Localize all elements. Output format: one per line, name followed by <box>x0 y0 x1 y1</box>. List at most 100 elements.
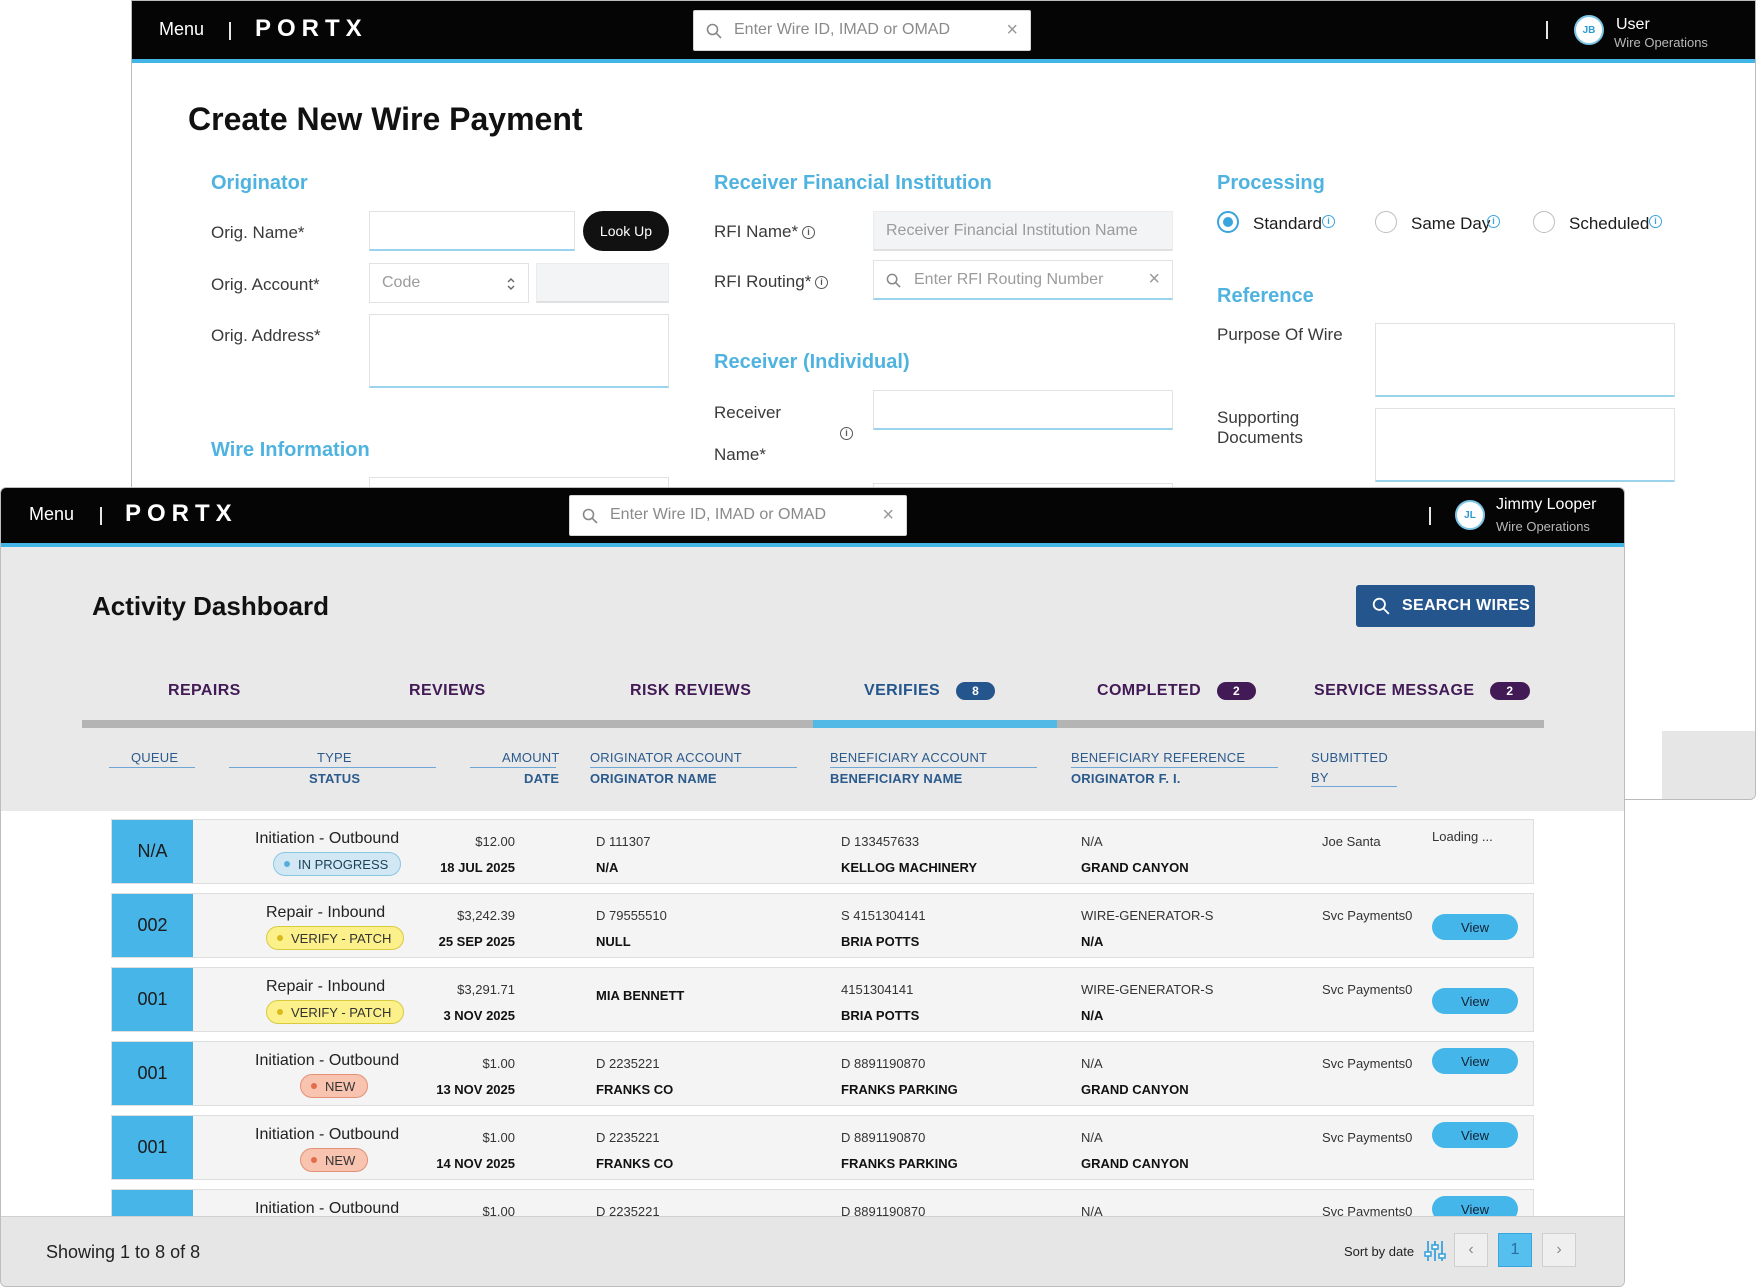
table-row[interactable]: 002 Repair - Inbound VERIFY - PATCH $3,2… <box>111 893 1534 958</box>
benef-name-cell: FRANKS PARKING <box>841 1156 958 1171</box>
submitted-by-cell: Svc Payments0 <box>1322 1056 1413 1071</box>
info-icon[interactable]: i <box>1487 215 1500 228</box>
tab-service-message[interactable]: SERVICE MESSAGE 2 <box>1314 682 1530 700</box>
date-cell: 3 NOV 2025 <box>443 1008 515 1023</box>
menu-button[interactable]: Menu <box>29 504 74 525</box>
col-divider <box>229 767 436 768</box>
account-code-select[interactable]: Code <box>369 263 529 303</box>
top-nav-bar: Menu PORTX Enter Wire ID, IMAD or OMAD ×… <box>1 488 1624 543</box>
benef-ref-cell: N/A <box>1081 834 1103 849</box>
processing-heading: Processing <box>1217 172 1325 194</box>
table-row[interactable]: Initiation - Outbound $1.00 D 2235221 D … <box>111 1189 1534 1217</box>
info-icon[interactable]: i <box>1649 215 1662 228</box>
submitted-by-cell: Svc Payments0 <box>1322 1130 1413 1145</box>
date-cell: 13 NOV 2025 <box>436 1082 515 1097</box>
sort-label[interactable]: Sort by date <box>1344 1244 1414 1259</box>
nav-divider <box>229 22 231 40</box>
receiver-heading: Receiver (Individual) <box>714 351 910 373</box>
radio-scheduled[interactable] <box>1533 211 1555 233</box>
col-orig-name[interactable]: ORIGINATOR NAME <box>590 771 717 786</box>
info-icon[interactable]: i <box>802 226 815 239</box>
tab-label: SERVICE MESSAGE <box>1314 682 1475 699</box>
user-name[interactable]: Jimmy Looper <box>1496 496 1596 514</box>
prev-page-button[interactable]: ‹ <box>1454 1233 1488 1267</box>
queue-cell: 001 <box>112 1042 193 1105</box>
view-button[interactable]: View <box>1432 988 1518 1014</box>
table-row[interactable]: 001 Initiation - Outbound NEW $1.00 13 N… <box>111 1041 1534 1106</box>
orig-fi-cell: N/A <box>1081 934 1104 949</box>
col-orig-fi[interactable]: ORIGINATOR F. I. <box>1071 771 1181 786</box>
orig-name-cell: FRANKS CO <box>596 1082 674 1097</box>
radio-standard[interactable] <box>1217 211 1239 233</box>
table-row[interactable]: N/A Initiation - Outbound IN PROGRESS $1… <box>111 819 1534 884</box>
status-badge: NEW <box>300 1074 369 1098</box>
user-name[interactable]: User <box>1616 16 1650 34</box>
tab-repairs[interactable]: REPAIRS <box>168 682 241 700</box>
orig-name-label: Orig. Name* <box>211 223 305 242</box>
nav-accent-bar <box>132 59 1755 63</box>
portx-logo[interactable]: PORTX <box>255 15 368 43</box>
documents-input[interactable] <box>1375 408 1675 482</box>
radio-same-day[interactable] <box>1375 211 1397 233</box>
col-benef-reference[interactable]: BENEFICIARY REFERENCE <box>1071 750 1245 765</box>
clear-search-icon[interactable]: × <box>1006 19 1018 42</box>
page-title: Create New Wire Payment <box>188 101 583 137</box>
table-row[interactable]: 001 Initiation - Outbound NEW $1.00 14 N… <box>111 1115 1534 1180</box>
benef-ref-cell: WIRE-GENERATOR-S <box>1081 982 1214 997</box>
orig-account-input[interactable] <box>536 263 669 303</box>
col-benef-name[interactable]: BENEFICIARY NAME <box>830 771 963 786</box>
sort-filter-icon[interactable] <box>1424 1239 1446 1263</box>
rfi-name-input[interactable]: Receiver Financial Institution Name <box>873 211 1173 251</box>
info-icon[interactable]: i <box>1322 215 1335 228</box>
search-wires-label: SEARCH WIRES <box>1402 597 1531 614</box>
wire-search-input[interactable]: Enter Wire ID, IMAD or OMAD × <box>569 495 907 536</box>
col-amount[interactable]: AMOUNT <box>502 750 560 765</box>
col-orig-account[interactable]: ORIGINATOR ACCOUNT <box>590 750 742 765</box>
search-wires-button[interactable]: SEARCH WIRES <box>1356 585 1535 627</box>
info-icon[interactable]: i <box>815 276 828 289</box>
col-benef-account[interactable]: BENEFICIARY ACCOUNT <box>830 750 987 765</box>
next-page-button[interactable]: › <box>1542 1233 1576 1267</box>
col-status[interactable]: STATUS <box>309 771 360 786</box>
orig-address-input[interactable] <box>369 314 669 388</box>
page-1-button[interactable]: 1 <box>1498 1233 1532 1267</box>
tab-reviews[interactable]: REVIEWS <box>409 682 486 700</box>
orig-name-input[interactable] <box>369 211 575 251</box>
tab-verifies[interactable]: VERIFIES 8 <box>864 682 996 700</box>
nav-accent-bar <box>1 543 1624 547</box>
clear-search-icon[interactable]: × <box>882 504 894 527</box>
portx-logo[interactable]: PORTX <box>125 500 238 528</box>
menu-button[interactable]: Menu <box>159 19 204 40</box>
table-footer: Showing 1 to 8 of 8 Sort by date ‹ 1 › <box>1 1216 1624 1286</box>
status-badge: NEW <box>300 1148 369 1172</box>
lookup-button[interactable]: Look Up <box>583 211 669 251</box>
type-cell: Initiation - Outbound <box>255 1200 400 1217</box>
orig-account-cell: D 2235221 <box>596 1056 660 1071</box>
view-button[interactable]: View <box>1432 914 1518 940</box>
view-button[interactable]: View <box>1432 1122 1518 1148</box>
col-queue[interactable]: QUEUE <box>131 750 178 765</box>
wire-search-input[interactable]: Enter Wire ID, IMAD or OMAD × <box>693 10 1031 51</box>
col-by[interactable]: BY <box>1311 770 1329 785</box>
amount-cell: $3,242.39 <box>457 908 515 923</box>
purpose-input[interactable] <box>1375 323 1675 397</box>
view-button[interactable]: View <box>1432 1048 1518 1074</box>
receiver-name-input[interactable] <box>873 390 1173 430</box>
table-row[interactable]: 001 Repair - Inbound VERIFY - PATCH $3,2… <box>111 967 1534 1032</box>
col-date[interactable]: DATE <box>524 771 559 786</box>
clear-routing-icon[interactable]: × <box>1148 268 1160 291</box>
user-avatar[interactable]: JL <box>1455 500 1485 530</box>
tab-completed[interactable]: COMPLETED 2 <box>1097 682 1257 700</box>
tab-risk-reviews[interactable]: RISK REVIEWS <box>630 682 751 700</box>
col-submitted[interactable]: SUBMITTED <box>1311 750 1388 765</box>
user-avatar[interactable]: JB <box>1574 15 1604 45</box>
col-type[interactable]: TYPE <box>317 750 352 765</box>
showing-count: Showing 1 to 8 of 8 <box>46 1242 201 1262</box>
view-button[interactable]: View <box>1432 1196 1518 1217</box>
info-icon[interactable]: i <box>840 427 853 440</box>
benef-account-cell: D 133457633 <box>841 834 920 849</box>
rfi-name-label: RFI Name* <box>714 222 799 241</box>
date-cell: 25 SEP 2025 <box>438 934 515 949</box>
rfi-routing-input[interactable]: Enter RFI Routing Number × <box>873 260 1173 300</box>
back-footer-strip <box>1662 731 1755 799</box>
